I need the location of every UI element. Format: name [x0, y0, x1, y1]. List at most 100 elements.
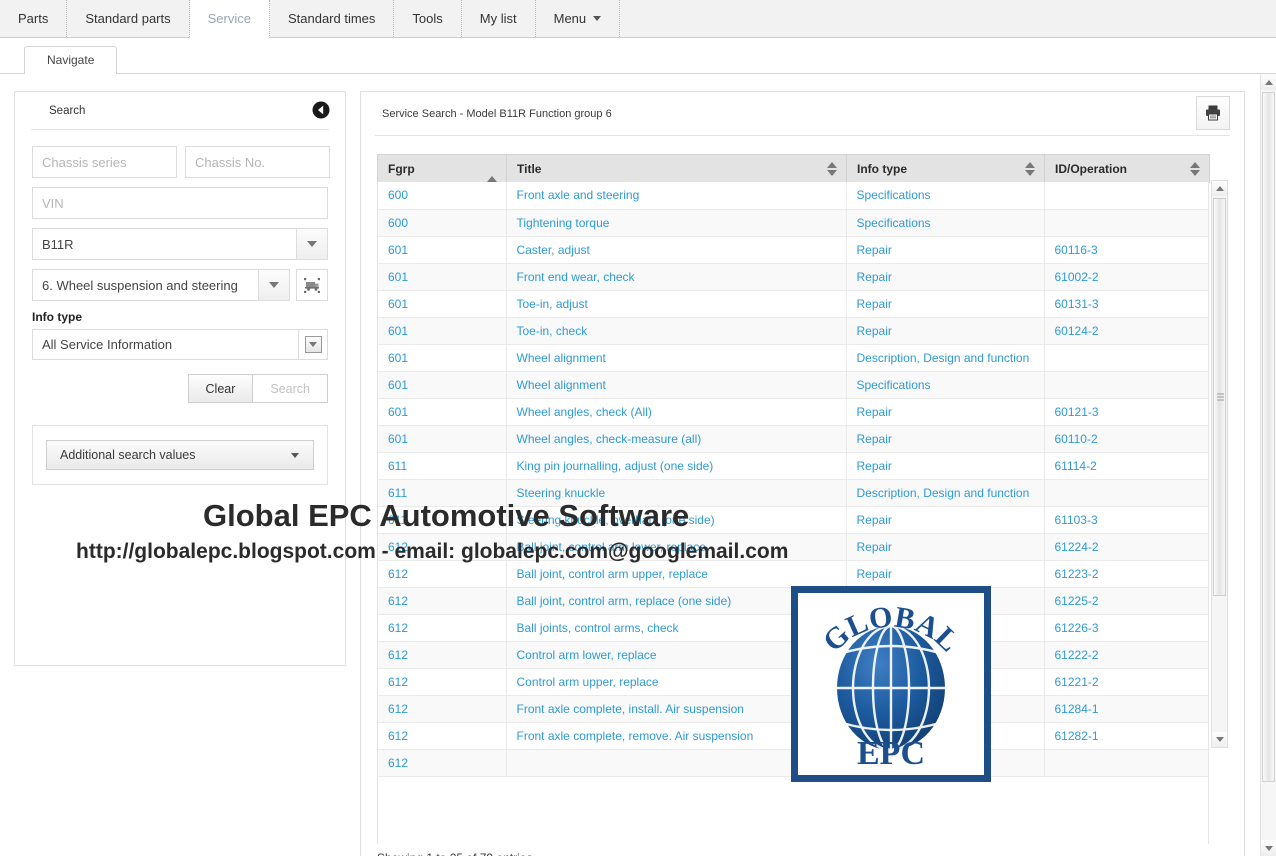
cell-fgrp[interactable]: 601 — [378, 344, 507, 372]
cell-id-operation[interactable]: 61222-2 — [1044, 641, 1208, 669]
cell-id-operation[interactable]: 61103-3 — [1044, 506, 1208, 534]
cell-title[interactable]: Ball joint, control arm upper, replace — [506, 560, 847, 588]
cell-fgrp[interactable]: 612 — [378, 722, 507, 750]
cell-id-operation[interactable]: 60116-3 — [1044, 236, 1208, 264]
vin-input[interactable] — [32, 187, 328, 219]
column-header-id-operation[interactable]: ID/Operation — [1044, 154, 1210, 183]
table-row[interactable]: 601 Front end wear, check Repair 61002-2 — [378, 263, 1208, 291]
cell-info-type[interactable]: Repair — [846, 506, 1045, 534]
tab-navigate[interactable]: Navigate — [24, 46, 118, 74]
cell-title[interactable]: King pin journalling, adjust (one side) — [506, 452, 847, 480]
table-row[interactable]: 600 Front axle and steering Specifications — [378, 182, 1208, 210]
cell-fgrp[interactable]: 612 — [378, 614, 507, 642]
cell-fgrp[interactable]: 601 — [378, 371, 507, 399]
cell-id-operation[interactable]: 61282-1 — [1044, 722, 1208, 750]
cell-title[interactable]: Caster, adjust — [506, 236, 847, 264]
cell-title[interactable]: Wheel alignment — [506, 344, 847, 372]
info-type-select[interactable]: All Service Information — [32, 329, 328, 360]
cell-title[interactable]: Ball joint, control arm lower, replace — [506, 533, 847, 561]
table-row[interactable]: 601 Caster, adjust Repair 60116-3 — [378, 236, 1208, 264]
cell-info-type[interactable]: Description, Design and function — [846, 344, 1045, 372]
cell-fgrp[interactable]: 611 — [378, 479, 507, 507]
print-button[interactable] — [1196, 96, 1230, 130]
table-row[interactable]: 601 Wheel alignment Specifications — [378, 371, 1208, 399]
function-group-select-arrow-icon[interactable] — [258, 269, 290, 301]
page-scroll-up-button[interactable] — [1261, 74, 1276, 90]
table-row[interactable]: 611 King pin journalling, adjust (one sid… — [378, 452, 1208, 480]
cell-title[interactable]: Steering knuckle — [506, 479, 847, 507]
column-header-fgrp[interactable]: Fgrp — [377, 154, 507, 183]
info-type-select-arrow-icon[interactable] — [298, 329, 328, 360]
cell-id-operation[interactable]: 60110-2 — [1044, 425, 1208, 453]
scrollbar-thumb[interactable] — [1213, 198, 1226, 596]
table-row[interactable]: 601 Wheel alignment Description, Design an… — [378, 344, 1208, 372]
cell-info-type[interactable]: Specifications — [846, 182, 1045, 210]
menu-item-my-list[interactable]: My list — [462, 0, 536, 37]
cell-info-type[interactable]: Repair — [846, 263, 1045, 291]
cell-title[interactable]: Toe-in, check — [506, 317, 847, 345]
table-row[interactable]: 601 Toe-in, check Repair 60124-2 — [378, 317, 1208, 345]
table-row[interactable]: 601 Wheel angles, check (All) Repair 60121-… — [378, 398, 1208, 426]
cell-fgrp[interactable]: 600 — [378, 209, 507, 237]
cell-title[interactable]: Tightening torque — [506, 209, 847, 237]
cell-title[interactable]: Toe-in, adjust — [506, 290, 847, 318]
table-row[interactable]: 612 Ball joint, control arm upper, replac… — [378, 560, 1208, 588]
cell-id-operation[interactable]: 61224-2 — [1044, 533, 1208, 561]
cell-info-type[interactable]: Specifications — [846, 209, 1045, 237]
additional-search-values-toggle[interactable]: Additional search values — [46, 440, 314, 470]
cell-id-operation[interactable]: 60124-2 — [1044, 317, 1208, 345]
cell-fgrp[interactable]: 601 — [378, 317, 507, 345]
column-header-title[interactable]: Title — [506, 154, 847, 183]
page-scroll-down-button[interactable] — [1261, 840, 1276, 856]
cell-id-operation[interactable]: 61223-2 — [1044, 560, 1208, 588]
cell-id-operation[interactable]: 61114-2 — [1044, 452, 1208, 480]
menu-item-parts[interactable]: Parts — [0, 0, 68, 37]
cell-title[interactable]: Wheel angles, check-measure (all) — [506, 425, 847, 453]
cell-id-operation[interactable]: 60131-3 — [1044, 290, 1208, 318]
cell-id-operation[interactable]: 61225-2 — [1044, 587, 1208, 615]
cell-fgrp[interactable]: 601 — [378, 290, 507, 318]
table-vertical-scrollbar[interactable] — [1211, 180, 1228, 748]
table-row[interactable]: 611 Steering knuckle, overhaul (one side)… — [378, 506, 1208, 534]
cell-id-operation[interactable]: 60121-3 — [1044, 398, 1208, 426]
cell-title[interactable]: Front axle and steering — [506, 182, 847, 210]
chassis-no-input[interactable] — [185, 146, 330, 178]
cell-fgrp[interactable]: 612 — [378, 560, 507, 588]
cell-fgrp[interactable]: 612 — [378, 587, 507, 615]
table-row[interactable]: 601 Wheel angles, check-measure (all) Repa… — [378, 425, 1208, 453]
cell-fgrp[interactable]: 601 — [378, 236, 507, 264]
page-vertical-scrollbar[interactable] — [1260, 74, 1276, 856]
scroll-up-button[interactable] — [1212, 181, 1227, 196]
cell-title[interactable]: Wheel alignment — [506, 371, 847, 399]
table-row[interactable]: 600 Tightening torque Specifications — [378, 209, 1208, 237]
cell-id-operation[interactable]: 61284-1 — [1044, 695, 1208, 723]
cell-fgrp[interactable]: 612 — [378, 749, 507, 777]
clear-button[interactable]: Clear — [187, 374, 254, 403]
menu-item-service[interactable]: Service — [189, 0, 270, 38]
cell-fgrp[interactable]: 601 — [378, 263, 507, 291]
vehicle-picker-button[interactable] — [296, 269, 328, 301]
cell-info-type[interactable]: Repair — [846, 317, 1045, 345]
menu-item-tools[interactable]: Tools — [394, 0, 462, 37]
cell-fgrp[interactable]: 612 — [378, 695, 507, 723]
column-header-info-type[interactable]: Info type — [846, 154, 1045, 183]
cell-title[interactable]: Steering knuckle, overhaul (one side) — [506, 506, 847, 534]
table-row[interactable]: 601 Toe-in, adjust Repair 60131-3 — [378, 290, 1208, 318]
cell-info-type[interactable]: Repair — [846, 452, 1045, 480]
cell-info-type[interactable]: Repair — [846, 533, 1045, 561]
menu-item-menu[interactable]: Menu — [536, 0, 621, 37]
menu-item-standard-parts[interactable]: Standard parts — [67, 0, 190, 37]
chassis-series-input[interactable] — [32, 146, 177, 178]
search-button[interactable]: Search — [253, 374, 328, 403]
cell-info-type[interactable]: Specifications — [846, 371, 1045, 399]
cell-fgrp[interactable]: 611 — [378, 506, 507, 534]
cell-info-type[interactable]: Repair — [846, 236, 1045, 264]
cell-info-type[interactable]: Description, Design and function — [846, 479, 1045, 507]
cell-fgrp[interactable]: 611 — [378, 452, 507, 480]
cell-info-type[interactable]: Repair — [846, 398, 1045, 426]
scroll-down-button[interactable] — [1212, 732, 1227, 747]
collapse-panel-icon[interactable] — [311, 100, 331, 120]
cell-title[interactable]: Front end wear, check — [506, 263, 847, 291]
table-row[interactable]: 611 Steering knuckle Description, Design a… — [378, 479, 1208, 507]
cell-id-operation[interactable]: 61226-3 — [1044, 614, 1208, 642]
